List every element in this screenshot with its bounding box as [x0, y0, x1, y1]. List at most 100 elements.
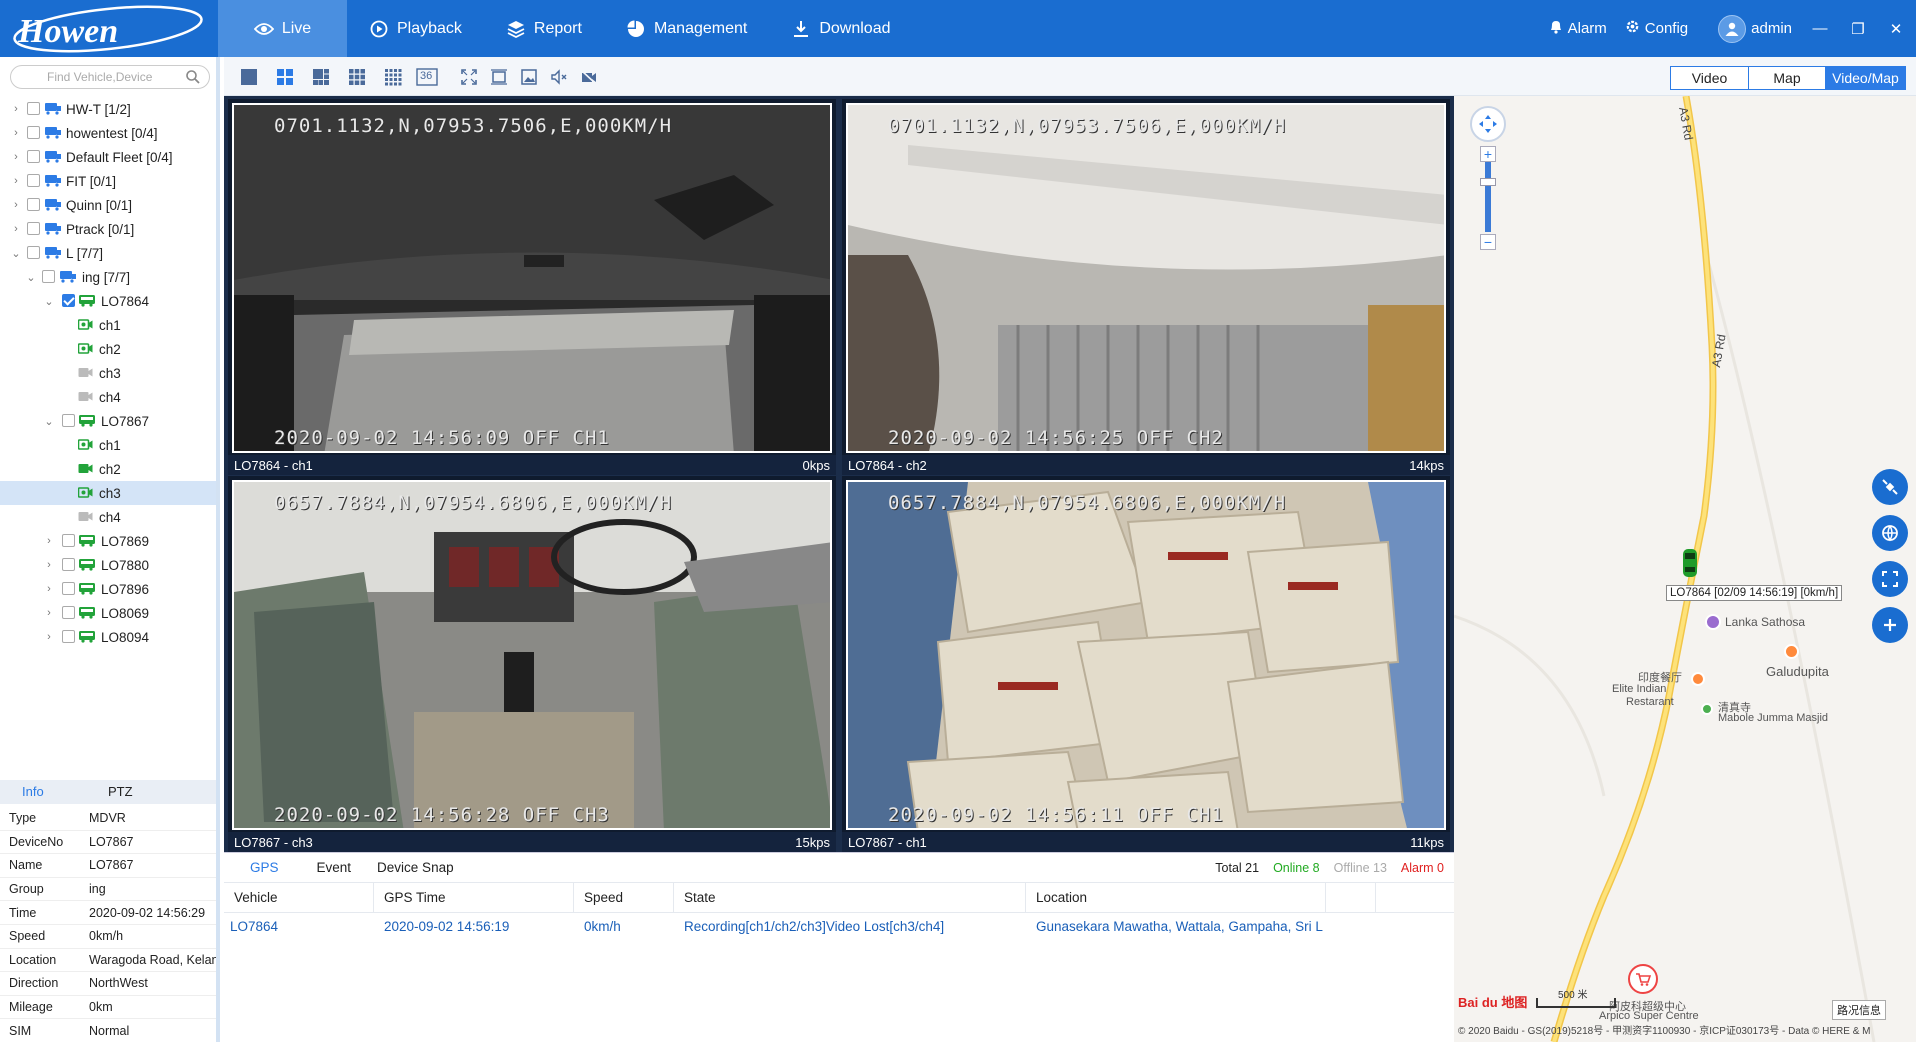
layout-1-icon[interactable]: [240, 68, 258, 86]
video-cell[interactable]: 0701.1132,N,07953.7506,E,000KM/H 2020-09…: [228, 99, 836, 475]
tree-channel[interactable]: ch4: [0, 385, 216, 409]
tree-checkbox[interactable]: [62, 582, 75, 595]
tree-checkbox[interactable]: [62, 414, 75, 427]
place-pin-icon[interactable]: [1784, 644, 1799, 659]
view-map-button[interactable]: Map: [1748, 67, 1825, 89]
tree-checkbox[interactable]: [42, 270, 55, 283]
tree-group[interactable]: › FIT [0/1]: [0, 169, 216, 193]
expand-toggle-icon[interactable]: ›: [10, 103, 22, 115]
traffic-button[interactable]: 路况信息: [1832, 1000, 1886, 1020]
tree-channel[interactable]: ch1: [0, 433, 216, 457]
tree-vehicle[interactable]: ⌄ LO7867: [0, 409, 216, 433]
search-icon[interactable]: [185, 69, 201, 85]
expand-toggle-icon[interactable]: ›: [43, 559, 55, 571]
tree-vehicle[interactable]: › LO8069: [0, 601, 216, 625]
zoom-slider[interactable]: [1480, 162, 1496, 232]
tree-group[interactable]: › HW-T [1/2]: [0, 97, 216, 121]
snapshot-icon[interactable]: [520, 68, 538, 86]
tree-group[interactable]: › howentest [0/4]: [0, 121, 216, 145]
tab-event[interactable]: Event: [291, 860, 364, 875]
tree-checkbox[interactable]: [27, 126, 40, 139]
nav-report[interactable]: Report: [484, 0, 604, 57]
tree-vehicle[interactable]: › LO7896: [0, 577, 216, 601]
video-stop-icon[interactable]: [580, 68, 598, 86]
layout-6-icon[interactable]: [312, 68, 330, 86]
zoom-out-button[interactable]: −: [1480, 234, 1496, 250]
vehicle-search-input[interactable]: Find Vehicle,Device: [10, 65, 210, 89]
tree-checkbox[interactable]: [62, 558, 75, 571]
col-speed[interactable]: Speed: [574, 883, 674, 912]
video-frame[interactable]: 0701.1132,N,07953.7506,E,000KM/H 2020-09…: [232, 103, 832, 453]
col-vehicle[interactable]: Vehicle: [224, 883, 374, 912]
col-state[interactable]: State: [674, 883, 1026, 912]
tree-checkbox[interactable]: [62, 606, 75, 619]
layout-16-icon[interactable]: [384, 68, 402, 86]
tree-channel[interactable]: ch2: [0, 337, 216, 361]
tab-gps[interactable]: GPS: [224, 860, 291, 875]
minimize-icon[interactable]: —: [1810, 20, 1830, 37]
tree-group[interactable]: › Default Fleet [0/4]: [0, 145, 216, 169]
stat-alarm[interactable]: Alarm 0: [1401, 861, 1444, 875]
expand-toggle-icon[interactable]: ›: [43, 583, 55, 595]
table-row[interactable]: LO7864 2020-09-02 14:56:19 0km/h Recordi…: [224, 913, 1454, 939]
tree-checkbox[interactable]: [27, 102, 40, 115]
vehicle-marker-icon[interactable]: [1682, 548, 1698, 578]
expand-toggle-icon[interactable]: ›: [10, 151, 22, 163]
stat-online[interactable]: Online 8: [1273, 861, 1320, 875]
tab-info[interactable]: Info: [0, 780, 86, 804]
tree-vehicle[interactable]: › LO7880: [0, 553, 216, 577]
view-videomap-button[interactable]: Video/Map: [1825, 67, 1905, 89]
view-video-button[interactable]: Video: [1671, 67, 1748, 89]
tree-checkbox[interactable]: [62, 630, 75, 643]
layout-4-icon[interactable]: [276, 68, 294, 86]
tree-channel[interactable]: ch4: [0, 505, 216, 529]
tree-checkbox[interactable]: [27, 198, 40, 211]
tab-device-snap[interactable]: Device Snap: [363, 860, 466, 875]
col-location[interactable]: Location: [1026, 883, 1326, 912]
tree-checkbox[interactable]: [27, 246, 40, 259]
tree-checkbox[interactable]: [27, 174, 40, 187]
nav-live[interactable]: Live: [218, 0, 347, 57]
close-icon[interactable]: ✕: [1886, 20, 1906, 38]
video-frame[interactable]: 0701.1132,N,07953.7506,E,000KM/H 2020-09…: [846, 103, 1446, 453]
user-menu[interactable]: admin: [1718, 14, 1792, 43]
pan-control-icon[interactable]: [1470, 106, 1506, 142]
stat-offline[interactable]: Offline 13: [1334, 861, 1387, 875]
tree-vehicle[interactable]: › LO8094: [0, 625, 216, 649]
tree-subgroup[interactable]: ⌄ ing [7/7]: [0, 265, 216, 289]
expand-toggle-icon[interactable]: ›: [43, 607, 55, 619]
map-panel[interactable]: A3 Rd A3 Rd + − LO7864 [02/09 14:56:19] …: [1454, 96, 1916, 1042]
cart-pin-icon[interactable]: [1628, 964, 1658, 994]
video-frame[interactable]: 0657.7884,N,07954.6806,E,000KM/H 2020-09…: [846, 480, 1446, 830]
restaurant-pin-icon[interactable]: [1691, 672, 1705, 686]
nav-download[interactable]: Download: [769, 0, 912, 57]
expand-toggle-icon[interactable]: ›: [10, 127, 22, 139]
expand-toggle-icon[interactable]: ›: [43, 535, 55, 547]
stretch-icon[interactable]: [490, 68, 508, 86]
mute-icon[interactable]: [550, 68, 568, 86]
nav-playback[interactable]: Playback: [347, 0, 484, 57]
tree-checkbox[interactable]: [62, 534, 75, 547]
col-gps-time[interactable]: GPS Time: [374, 883, 574, 912]
expand-toggle-icon[interactable]: ›: [10, 199, 22, 211]
alarm-button[interactable]: Alarm: [1549, 19, 1607, 38]
tree-group[interactable]: ⌄ L [7/7]: [0, 241, 216, 265]
shop-pin-icon[interactable]: [1705, 614, 1721, 630]
satellite-icon[interactable]: [1872, 469, 1908, 505]
expand-toggle-icon[interactable]: ›: [10, 223, 22, 235]
tree-channel[interactable]: ch1: [0, 313, 216, 337]
config-button[interactable]: Config: [1625, 19, 1688, 38]
expand-toggle-icon[interactable]: ›: [43, 631, 55, 643]
tree-checkbox[interactable]: [27, 150, 40, 163]
nav-management[interactable]: Management: [604, 0, 769, 57]
expand-toggle-icon[interactable]: ⌄: [43, 295, 55, 308]
tree-group[interactable]: › Ptrack [0/1]: [0, 217, 216, 241]
tab-ptz[interactable]: PTZ: [86, 780, 172, 804]
expand-toggle-icon[interactable]: ⌄: [10, 247, 22, 260]
layout-36-button[interactable]: 36: [416, 68, 440, 86]
mosque-pin-icon[interactable]: [1701, 703, 1713, 715]
tree-channel[interactable]: ch3: [0, 361, 216, 385]
video-cell[interactable]: 0657.7884,N,07954.6806,E,000KM/H 2020-09…: [842, 476, 1450, 852]
restore-icon[interactable]: ❐: [1848, 20, 1868, 38]
expand-toggle-icon[interactable]: ⌄: [25, 271, 37, 284]
